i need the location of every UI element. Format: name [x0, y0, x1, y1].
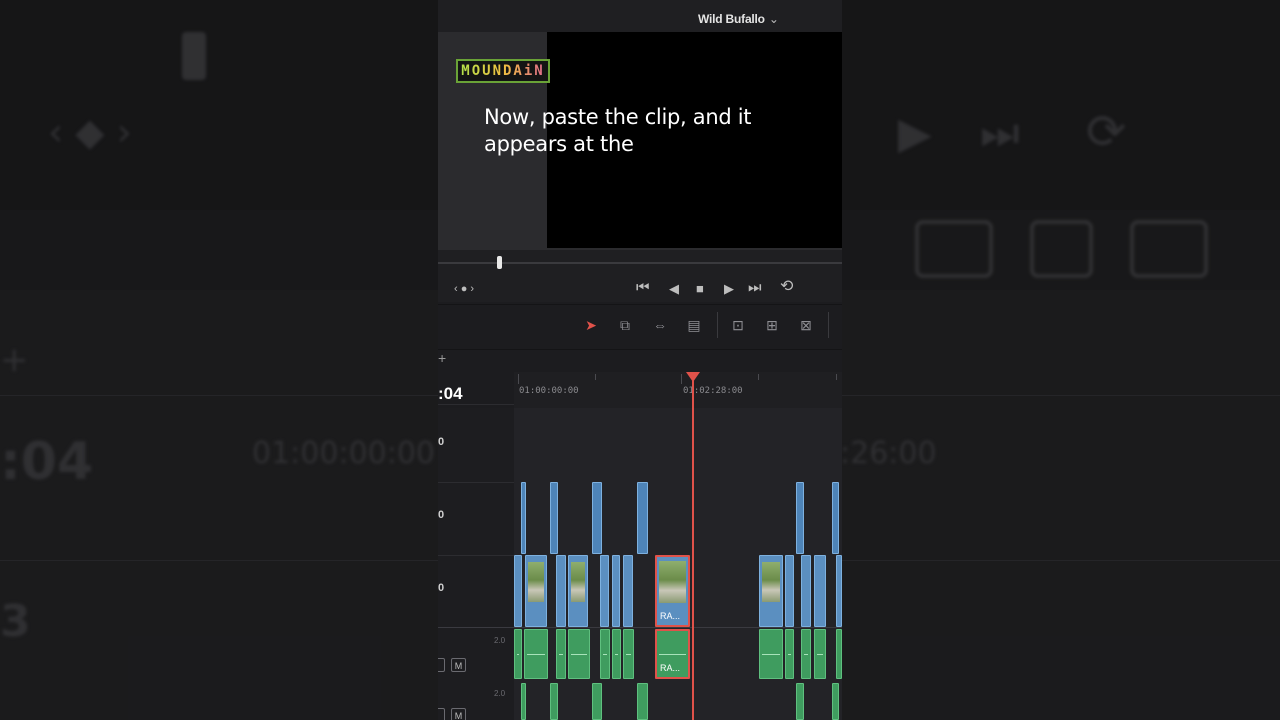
video-clip[interactable] — [796, 482, 804, 554]
solo-button-a1[interactable] — [438, 658, 445, 672]
video-clip[interactable] — [521, 482, 526, 554]
loop-icon[interactable]: ⟲ — [780, 279, 793, 295]
audio-clip[interactable] — [521, 683, 526, 720]
video-clip[interactable] — [836, 555, 842, 627]
audio-clip[interactable] — [524, 629, 548, 679]
audio-clip[interactable] — [514, 629, 522, 679]
selection-tool-icon[interactable]: ➤ — [580, 316, 602, 334]
video-clip[interactable] — [556, 555, 566, 627]
video-clip[interactable] — [592, 482, 602, 554]
skip-to-start-icon[interactable]: ⏮ — [636, 280, 650, 295]
audio-clip[interactable] — [623, 629, 634, 679]
video-audio-divider — [438, 627, 842, 628]
audio-channels-a2: 2.0 — [494, 689, 506, 698]
clip-name-dropdown[interactable]: Wild Bufallo ⌄ — [698, 12, 779, 26]
video-clip[interactable] — [612, 555, 620, 627]
video-clip-with-thumbnail[interactable] — [525, 555, 547, 627]
timeline-header — [438, 350, 842, 372]
timeline-tracks[interactable]: RA... RA... — [514, 408, 842, 720]
playhead-handle[interactable] — [686, 372, 700, 382]
play-icon[interactable]: ▶ — [724, 282, 734, 295]
pasted-clip-label: RA... — [660, 611, 681, 621]
video-clip[interactable] — [801, 555, 811, 627]
audio-clip[interactable] — [612, 629, 621, 679]
video-clip[interactable] — [637, 482, 648, 554]
mute-button-a2[interactable]: M — [451, 708, 466, 720]
audio-clip[interactable] — [785, 629, 794, 679]
editor-panel: Wild Bufallo ⌄ MOUNDAiN Now, paste the cl… — [438, 0, 842, 720]
brand-logo-text: MOUNDAiN — [461, 63, 545, 79]
trim-tool-icon[interactable]: ⧉ — [614, 316, 636, 334]
audio-clip[interactable] — [568, 629, 590, 679]
overwrite-clip-icon[interactable]: ⊞ — [761, 316, 783, 334]
audio-clip[interactable] — [550, 683, 558, 720]
track-headers — [438, 408, 515, 720]
ruler-label-start: 01:00:00:00 — [519, 386, 579, 396]
pasted-audio-clip-label: RA... — [660, 663, 681, 673]
pasted-video-clip[interactable]: RA... — [655, 555, 690, 627]
video-clip[interactable] — [600, 555, 609, 627]
dynamic-trim-icon[interactable]: ⇔ — [649, 316, 671, 334]
clip-name: Wild Bufallo — [698, 12, 765, 26]
chevron-down-icon: ⌄ — [768, 12, 779, 26]
solo-button-a2[interactable] — [438, 708, 445, 720]
track-label-v3: 0 — [438, 436, 445, 448]
audio-clip[interactable] — [796, 683, 804, 720]
audio-clip[interactable] — [814, 629, 826, 679]
brand-logo: MOUNDAiN — [456, 59, 550, 83]
stop-icon[interactable]: ■ — [696, 282, 704, 295]
play-reverse-icon[interactable]: ◀ — [669, 282, 679, 295]
audio-clip[interactable] — [637, 683, 648, 720]
video-clip[interactable] — [623, 555, 633, 627]
mute-button-a1[interactable]: M — [451, 658, 466, 672]
transport-controls: ‹ ● › ⏮ ◀ ■ ▶ ⏭ ⟲ — [438, 276, 842, 302]
timecode-display[interactable]: :04 — [438, 384, 463, 404]
audio-clip[interactable] — [801, 629, 811, 679]
audio-clip[interactable] — [592, 683, 602, 720]
track-label-v2: 0 — [438, 509, 445, 521]
blade-tool-icon[interactable]: ▤ — [683, 316, 705, 334]
replace-clip-icon[interactable]: ⊠ — [795, 316, 817, 334]
video-clip-with-thumbnail[interactable] — [759, 555, 783, 627]
audio-clip[interactable] — [759, 629, 783, 679]
video-clip[interactable] — [514, 555, 522, 627]
video-clip[interactable] — [550, 482, 558, 554]
audio-clip[interactable] — [832, 683, 839, 720]
video-clip[interactable] — [832, 482, 839, 554]
skip-to-end-icon[interactable]: ⏭ — [748, 280, 762, 295]
video-clip[interactable] — [785, 555, 794, 627]
video-clip[interactable] — [814, 555, 826, 627]
scrubber-handle[interactable] — [497, 256, 502, 269]
pasted-audio-clip[interactable]: RA... — [655, 629, 690, 679]
audio-clip[interactable] — [836, 629, 842, 679]
keyframe-nav-icon[interactable]: ‹ ● › — [454, 283, 474, 296]
audio-clip[interactable] — [556, 629, 566, 679]
audio-channels-a1: 2.0 — [494, 636, 506, 645]
track-label-v1: 0 — [438, 582, 445, 594]
video-clip-with-thumbnail[interactable] — [568, 555, 588, 627]
playhead[interactable] — [692, 380, 694, 720]
viewer-header: Wild Bufallo ⌄ — [438, 0, 842, 33]
add-track-icon[interactable]: + — [438, 350, 446, 366]
tutorial-caption: Now, paste the clip, and it appears at t… — [484, 105, 752, 156]
audio-clip[interactable] — [600, 629, 610, 679]
insert-clip-icon[interactable]: ⊡ — [727, 316, 749, 334]
